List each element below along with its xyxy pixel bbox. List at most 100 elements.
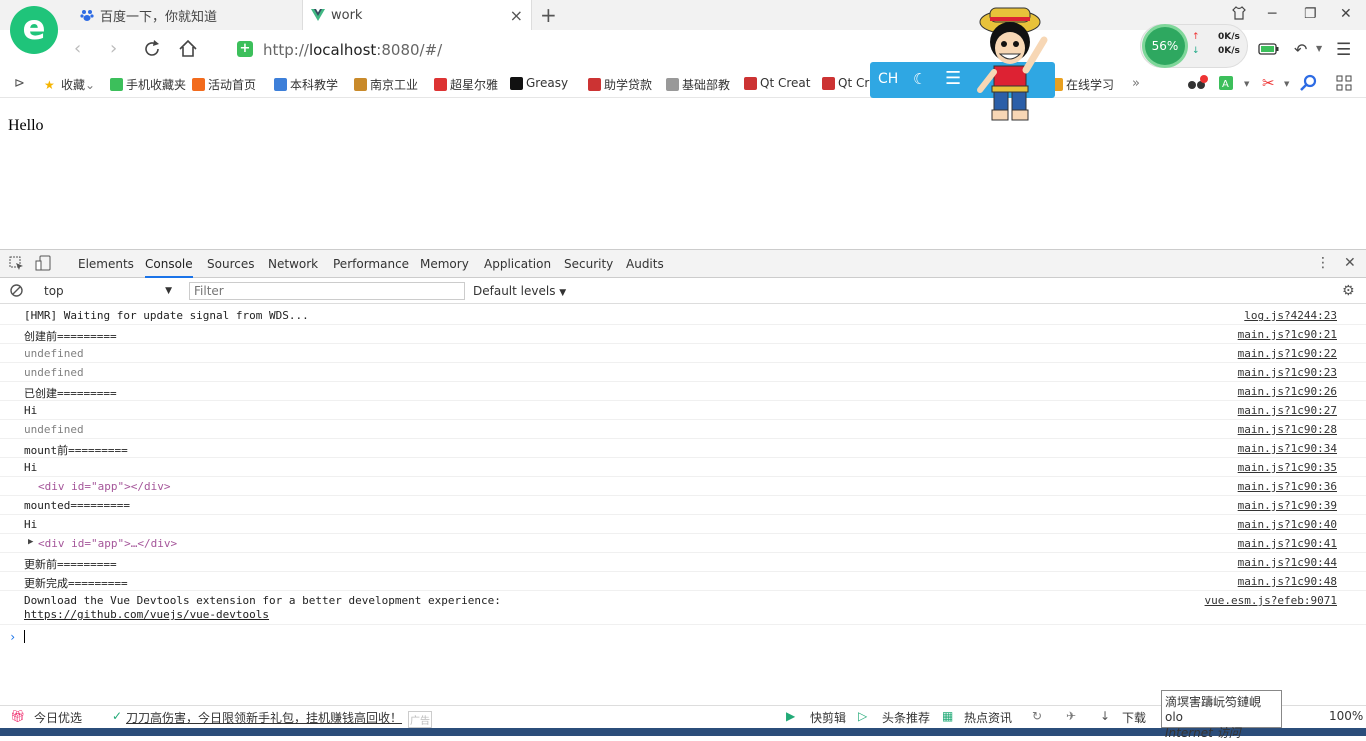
- search-icon[interactable]: [1300, 74, 1318, 95]
- bookmark-item[interactable]: 活动首页: [192, 76, 256, 93]
- devtools-link[interactable]: https://github.com/vuejs/vue-devtools: [24, 608, 269, 621]
- tab-application[interactable]: Application: [484, 257, 551, 271]
- memory-percent-badge[interactable]: 56%: [1142, 24, 1188, 68]
- bookmark-item[interactable]: 基础部教: [666, 76, 730, 93]
- dropdown-icon[interactable]: ▼: [1244, 80, 1249, 88]
- tab-elements[interactable]: Elements: [78, 257, 134, 271]
- ad-link[interactable]: 刀刀高伤害，今日限领新手礼包，挂机赚钱高回收！: [126, 709, 402, 726]
- history-icon[interactable]: ↻: [1032, 709, 1042, 723]
- console-message: undefined: [24, 366, 84, 379]
- battery-icon[interactable]: [1258, 42, 1280, 59]
- context-select[interactable]: top ▼: [38, 282, 178, 300]
- hot-news-link[interactable]: 热点资讯: [964, 709, 1012, 726]
- translate-extension-icon[interactable]: A: [1218, 75, 1236, 94]
- bookmark-item[interactable]: Qt Cr: [822, 76, 869, 90]
- console-source-link[interactable]: main.js?1c90:41: [1238, 537, 1337, 550]
- zoom-level[interactable]: 100%: [1329, 709, 1363, 723]
- console-filter-input[interactable]: [189, 282, 465, 300]
- download-link[interactable]: 下载: [1122, 709, 1146, 726]
- console-source-link[interactable]: main.js?1c90:36: [1238, 480, 1337, 493]
- log-levels-select[interactable]: Default levels ▼: [473, 284, 566, 298]
- console-log-row: undefined main.js?1c90:28: [0, 420, 1366, 439]
- close-window-button[interactable]: ✕: [1340, 6, 1352, 22]
- bookmark-item[interactable]: 手机收藏夹: [110, 76, 186, 93]
- minimize-button[interactable]: ─: [1268, 6, 1276, 22]
- bookmark-item[interactable]: ★ 收藏 ⌄: [44, 76, 95, 93]
- skin-shirt-icon[interactable]: [1232, 6, 1246, 24]
- console-source-link[interactable]: main.js?1c90:28: [1238, 423, 1337, 436]
- url-field[interactable]: http://localhost:8080/#/: [263, 41, 442, 59]
- quick-edit-link[interactable]: 快剪辑: [810, 709, 846, 726]
- clear-console-icon[interactable]: [10, 284, 23, 300]
- console-source-link[interactable]: main.js?1c90:22: [1238, 347, 1337, 360]
- bookmark-item[interactable]: 在线学习: [1050, 76, 1114, 93]
- extension-glasses-icon[interactable]: [1186, 74, 1208, 95]
- dropdown-icon[interactable]: ▼: [1284, 80, 1289, 88]
- expand-triangle-icon[interactable]: ▶: [28, 537, 33, 547]
- bookmark-item[interactable]: Qt Creat: [744, 76, 810, 90]
- bookmark-item[interactable]: 助学贷款: [588, 76, 652, 93]
- console-source-link[interactable]: main.js?1c90:23: [1238, 366, 1337, 379]
- console-source-link[interactable]: main.js?1c90:40: [1238, 518, 1337, 531]
- forward-button[interactable]: ›: [110, 38, 117, 59]
- console-source-link[interactable]: main.js?1c90:35: [1238, 461, 1337, 474]
- language-toggle[interactable]: CH: [878, 71, 898, 87]
- bookmark-item[interactable]: Greasy: [510, 76, 568, 90]
- tab-security[interactable]: Security: [564, 257, 613, 271]
- reload-button[interactable]: [142, 39, 162, 64]
- tab-work[interactable]: work ×: [302, 0, 532, 30]
- tab-performance[interactable]: Performance: [333, 257, 409, 271]
- security-shield-icon[interactable]: +: [237, 41, 253, 57]
- tab-sources[interactable]: Sources: [207, 257, 254, 271]
- chevron-down-icon[interactable]: ⌄: [85, 78, 95, 92]
- tab-audits[interactable]: Audits: [626, 257, 664, 271]
- hot-news-icon[interactable]: ▦: [942, 709, 953, 723]
- console-source-link[interactable]: main.js?1c90:34: [1238, 442, 1337, 455]
- console-message[interactable]: <div id="app"></div>: [38, 480, 170, 493]
- console-message[interactable]: <div id="app">…</div>: [38, 537, 177, 550]
- maximize-button[interactable]: ❐: [1304, 6, 1317, 22]
- console-source-link[interactable]: main.js?1c90:39: [1238, 499, 1337, 512]
- back-button[interactable]: ‹: [74, 38, 81, 59]
- console-source-link[interactable]: main.js?1c90:27: [1238, 404, 1337, 417]
- inspect-element-icon[interactable]: [9, 256, 24, 274]
- console-source-link[interactable]: main.js?1c90:26: [1238, 385, 1337, 398]
- close-tab-icon[interactable]: ×: [510, 6, 523, 25]
- home-button[interactable]: [178, 39, 198, 64]
- overlay-menu-icon[interactable]: ☰: [945, 68, 961, 89]
- undo-dropdown-icon[interactable]: ▼: [1316, 44, 1322, 53]
- headline-icon[interactable]: ▷: [858, 709, 867, 723]
- device-toolbar-icon[interactable]: [35, 255, 51, 274]
- apps-grid-icon[interactable]: [1336, 75, 1352, 94]
- tooltip-line-2: Internet 访问: [1165, 726, 1241, 740]
- headline-link[interactable]: 头条推荐: [882, 709, 930, 726]
- bookmark-item[interactable]: 南京工业: [354, 76, 418, 93]
- today-picks-link[interactable]: 今日优选: [34, 709, 82, 726]
- browser-logo-icon[interactable]: e: [10, 6, 58, 54]
- tab-console[interactable]: Console: [145, 257, 193, 278]
- console-settings-gear-icon[interactable]: ⚙: [1342, 283, 1355, 299]
- undo-icon[interactable]: ↶: [1294, 40, 1307, 59]
- console-source-link[interactable]: main.js?1c90:21: [1238, 328, 1337, 341]
- night-mode-icon[interactable]: ☾: [913, 70, 926, 88]
- scissors-icon[interactable]: ✂: [1262, 74, 1275, 92]
- main-menu-icon[interactable]: ☰: [1336, 40, 1351, 60]
- bookmark-item[interactable]: 超星尔雅: [434, 76, 498, 93]
- new-tab-button[interactable]: +: [540, 3, 557, 27]
- close-devtools-icon[interactable]: ✕: [1344, 255, 1356, 271]
- console-source-link[interactable]: main.js?1c90:44: [1238, 556, 1337, 569]
- sidebar-toggle-icon[interactable]: ⊳: [14, 76, 25, 91]
- tab-baidu[interactable]: 百度一下，你就知道: [72, 0, 300, 30]
- console-source-link[interactable]: vue.esm.js?efeb:9071: [1205, 594, 1337, 607]
- console-input-caret[interactable]: [24, 630, 25, 643]
- console-source-link[interactable]: log.js?4244:23: [1244, 309, 1337, 322]
- bookmark-item[interactable]: 本科教学: [274, 76, 338, 93]
- more-bookmarks-icon[interactable]: »: [1132, 76, 1140, 91]
- console-source-link[interactable]: main.js?1c90:48: [1238, 575, 1337, 588]
- tab-memory[interactable]: Memory: [420, 257, 469, 271]
- quick-edit-icon[interactable]: ▶: [786, 709, 795, 723]
- download-icon[interactable]: ↓: [1100, 709, 1110, 723]
- pin-icon[interactable]: ✈: [1066, 709, 1076, 723]
- tab-network[interactable]: Network: [268, 257, 318, 271]
- devtools-more-icon[interactable]: ⋮: [1316, 255, 1330, 271]
